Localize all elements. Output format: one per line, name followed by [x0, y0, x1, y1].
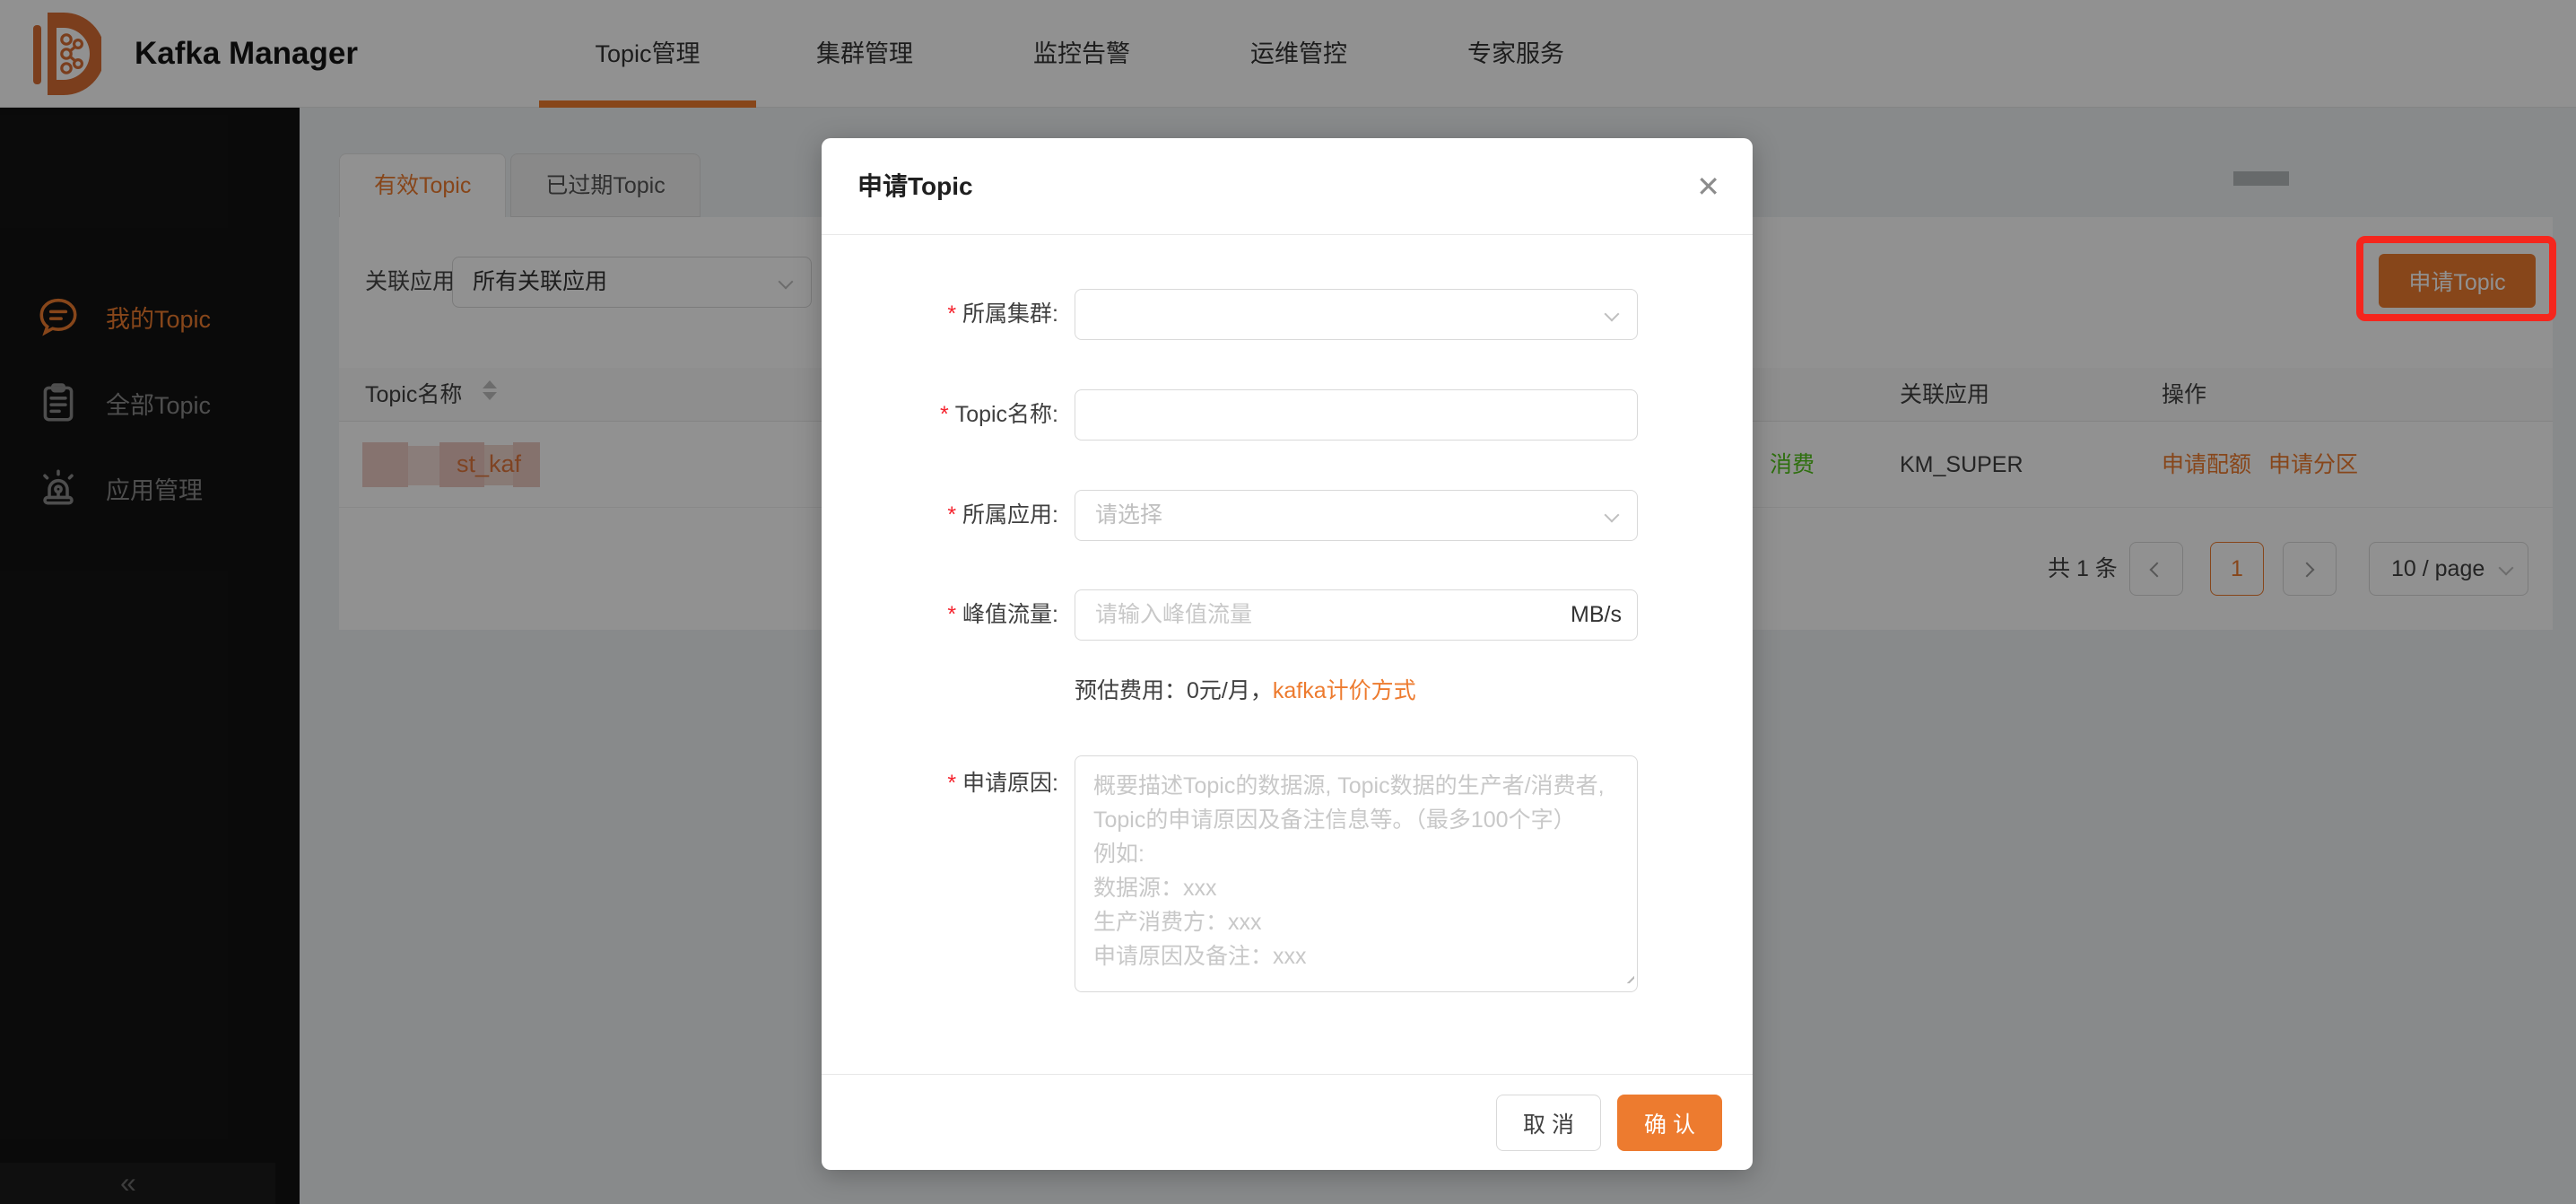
app-select-placeholder: 请选择	[1095, 502, 1162, 528]
topic-name-input[interactable]	[1075, 389, 1638, 441]
cost-estimate-text: 预估费用：0元/月，kafka计价方式	[1075, 673, 1416, 705]
confirm-button[interactable]: 确 认	[1617, 1095, 1722, 1151]
modal-title: 申请Topic	[857, 138, 973, 235]
apply-topic-modal: 申请Topic ✕ 所属集群: Topic名称: 所属应用: 请选择	[822, 138, 1753, 1170]
cancel-button[interactable]: 取 消	[1496, 1095, 1601, 1151]
field-label: 所属集群:	[822, 289, 1058, 340]
annotation-highlight-box	[2356, 236, 2556, 321]
field-label: 峰值流量:	[822, 589, 1058, 641]
cost-estimate-prefix: 预估费用：0元/月，	[1075, 678, 1273, 703]
field-label: 所属应用:	[822, 490, 1058, 541]
kafka-pricing-link[interactable]: kafka计价方式	[1273, 678, 1416, 703]
peak-traffic-input[interactable]	[1075, 589, 1638, 641]
modal-header: 申请Topic ✕	[822, 138, 1753, 235]
modal-footer-divider	[822, 1074, 1753, 1075]
chevron-down-icon	[1605, 508, 1620, 523]
close-icon[interactable]: ✕	[1696, 138, 1720, 235]
field-label: 申请原因:	[822, 755, 1058, 797]
chevron-down-icon	[1605, 307, 1620, 322]
traffic-unit-suffix: MB/s	[1571, 589, 1622, 641]
cluster-select[interactable]	[1075, 289, 1638, 340]
app-root: Kafka Manager Topic管理 集群管理 监控告警 运维管控 专家服…	[0, 0, 2576, 1204]
app-select[interactable]: 请选择	[1075, 490, 1638, 541]
field-label: Topic名称:	[822, 389, 1058, 441]
apply-reason-textarea[interactable]	[1075, 755, 1638, 992]
